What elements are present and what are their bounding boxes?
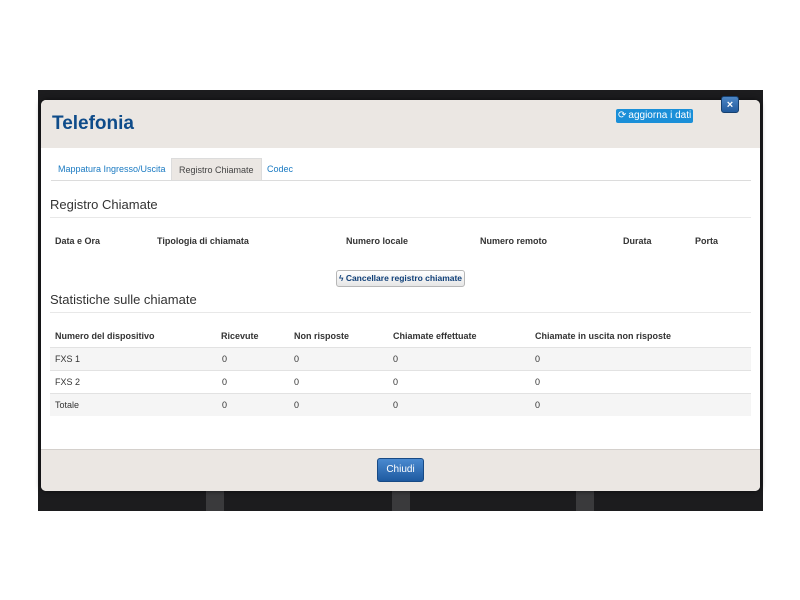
device-cell: FXS 2 <box>55 377 81 387</box>
col-chiamate-effettuate: Chiamate effettuate <box>393 331 477 341</box>
device-cell: Totale <box>55 400 80 410</box>
uscita-non-risposte-cell: 0 <box>535 400 541 410</box>
modal-title: Telefonia <box>52 113 134 134</box>
call-log-title: Registro Chiamate <box>50 197 158 212</box>
modal-footer: Chiudi <box>41 449 760 491</box>
table-row: FXS 2 0 0 0 0 <box>50 371 751 393</box>
col-durata: Durata <box>623 236 652 246</box>
chiudi-button[interactable]: Chiudi <box>377 458 424 482</box>
col-numero-locale: Numero locale <box>346 236 409 246</box>
telefonia-modal: Telefonia ⟳ aggiorna i dati Mappatura Ing… <box>41 100 760 491</box>
col-numero-remoto: Numero remoto <box>480 236 548 246</box>
tab-codec[interactable]: Codec <box>260 158 300 180</box>
table-row: Totale 0 0 0 0 <box>50 394 751 416</box>
col-non-risposte: Non risposte <box>294 331 350 341</box>
tab-mappatura[interactable]: Mappatura Ingresso/Uscita <box>51 158 173 180</box>
tab-bar: Mappatura Ingresso/Uscita Registro Chiam… <box>51 158 751 181</box>
lightning-icon: ϟ <box>338 273 344 283</box>
backdrop-detail <box>576 491 594 511</box>
backdrop-detail <box>206 491 224 511</box>
effettuate-cell: 0 <box>393 354 399 364</box>
stats-title: Statistiche sulle chiamate <box>50 292 197 307</box>
clear-call-log-label: Cancellare registro chiamate <box>345 273 463 283</box>
col-tipologia: Tipologia di chiamata <box>157 236 249 246</box>
divider <box>50 217 751 218</box>
col-porta: Porta <box>695 236 719 246</box>
non-risposte-cell: 0 <box>294 354 300 364</box>
ricevute-cell: 0 <box>222 354 228 364</box>
modal-header: Telefonia ⟳ aggiorna i dati <box>41 100 760 148</box>
uscita-non-risposte-cell: 0 <box>535 377 541 387</box>
ricevute-cell: 0 <box>222 377 228 387</box>
effettuate-cell: 0 <box>393 400 399 410</box>
ricevute-cell: 0 <box>222 400 228 410</box>
divider <box>50 312 751 313</box>
refresh-icon: ⟳ <box>618 110 627 121</box>
backdrop-detail <box>392 491 410 511</box>
col-data-ora: Data e Ora <box>55 236 101 246</box>
non-risposte-cell: 0 <box>294 400 300 410</box>
refresh-label: aggiorna i dati <box>628 110 692 121</box>
uscita-non-risposte-cell: 0 <box>535 354 541 364</box>
effettuate-cell: 0 <box>393 377 399 387</box>
col-ricevute: Ricevute <box>221 331 259 341</box>
close-icon[interactable]: × <box>721 96 739 113</box>
tab-registro-chiamate[interactable]: Registro Chiamate <box>171 158 262 180</box>
col-uscita-non-risposte: Chiamate in uscita non risposte <box>535 331 672 341</box>
table-row: FXS 1 0 0 0 0 <box>50 348 751 370</box>
device-cell: FXS 1 <box>55 354 81 364</box>
refresh-button[interactable]: ⟳ aggiorna i dati <box>616 109 694 123</box>
col-numero-dispositivo: Numero del dispositivo <box>55 331 155 341</box>
non-risposte-cell: 0 <box>294 377 300 387</box>
clear-call-log-button[interactable]: ϟ Cancellare registro chiamate <box>336 270 465 287</box>
